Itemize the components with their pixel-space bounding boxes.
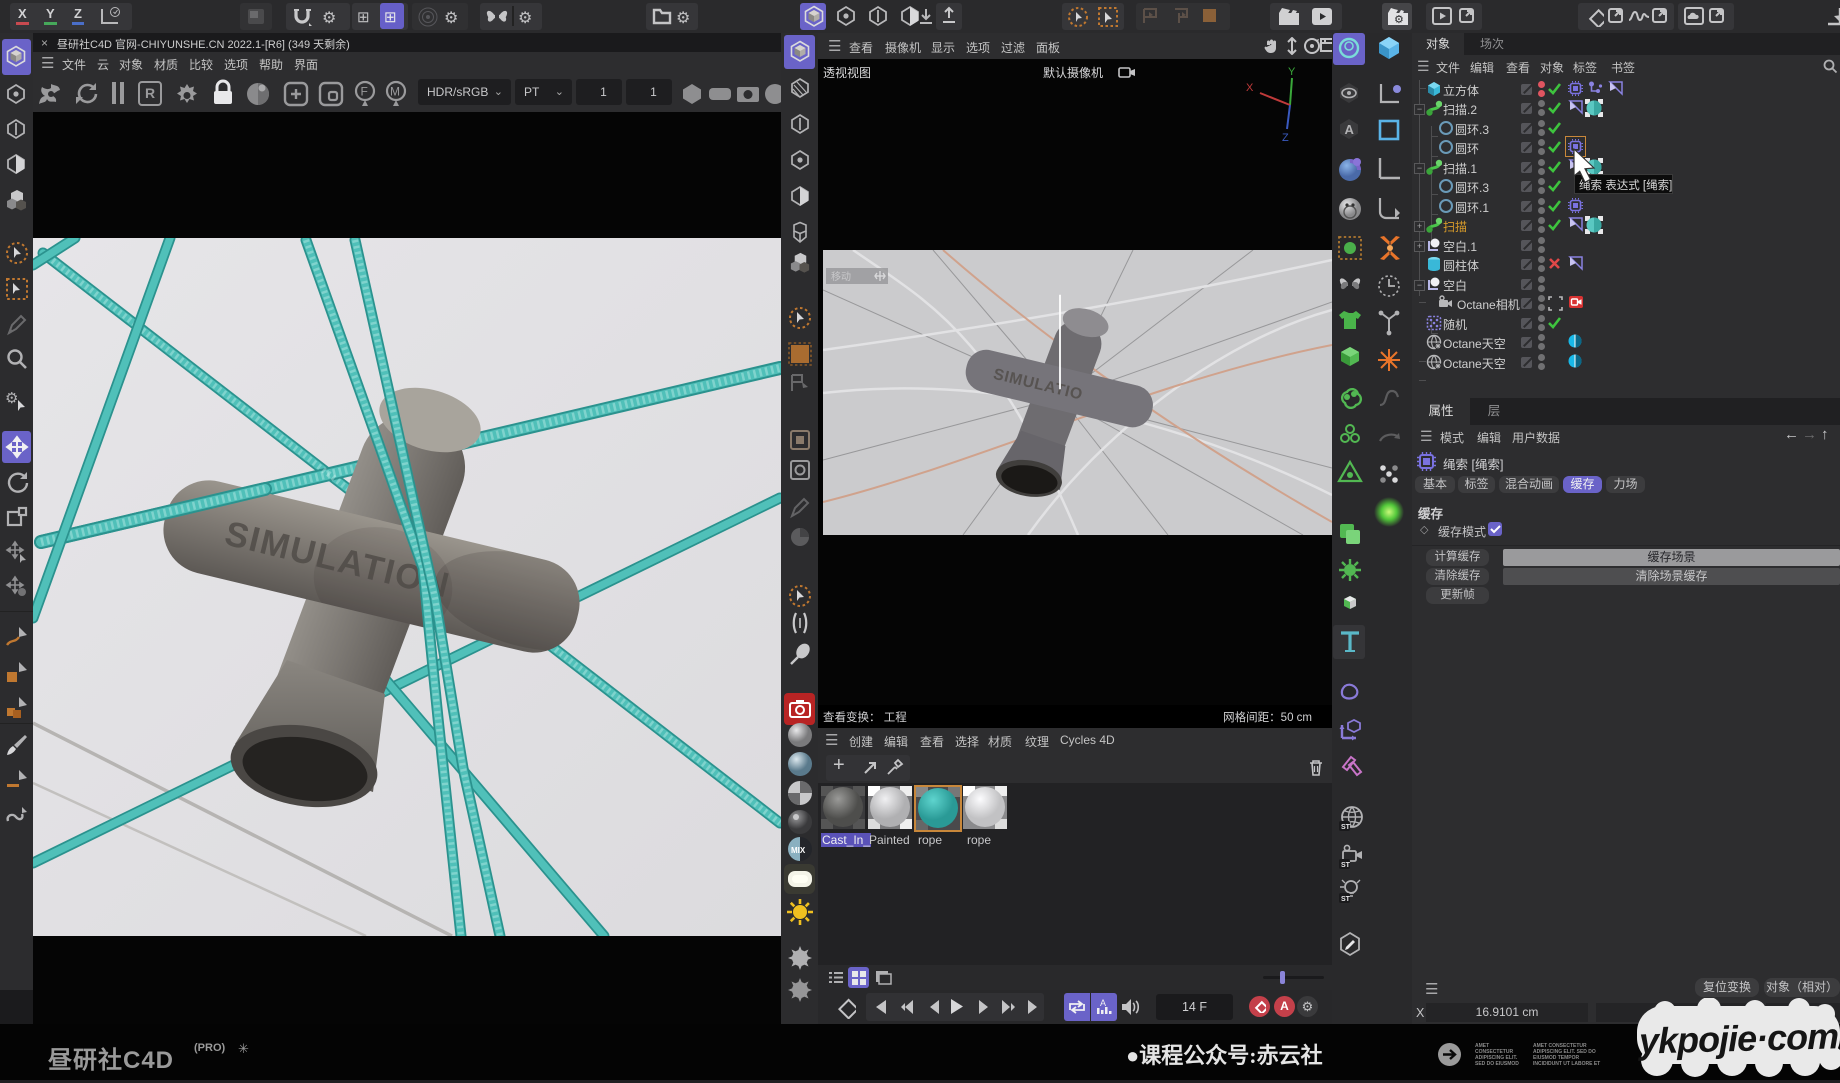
svg-text:F: F bbox=[361, 85, 368, 99]
svg-text:ST: ST bbox=[1341, 896, 1351, 903]
svg-text:ST: ST bbox=[1341, 862, 1351, 869]
svg-text:Z: Z bbox=[1282, 132, 1289, 144]
svg-text:A: A bbox=[1100, 998, 1106, 1008]
svg-text:ST: ST bbox=[1341, 824, 1351, 831]
svg-text:⚙: ⚙ bbox=[1394, 14, 1404, 26]
svg-text:MIX: MIX bbox=[791, 846, 806, 855]
svg-text:移动: 移动 bbox=[831, 270, 851, 283]
svg-text:⚙: ⚙ bbox=[5, 390, 18, 407]
svg-text:M: M bbox=[390, 85, 400, 99]
svg-text:Y: Y bbox=[1288, 66, 1296, 78]
svg-text:A: A bbox=[1345, 122, 1355, 137]
svg-text:X: X bbox=[1246, 82, 1254, 94]
